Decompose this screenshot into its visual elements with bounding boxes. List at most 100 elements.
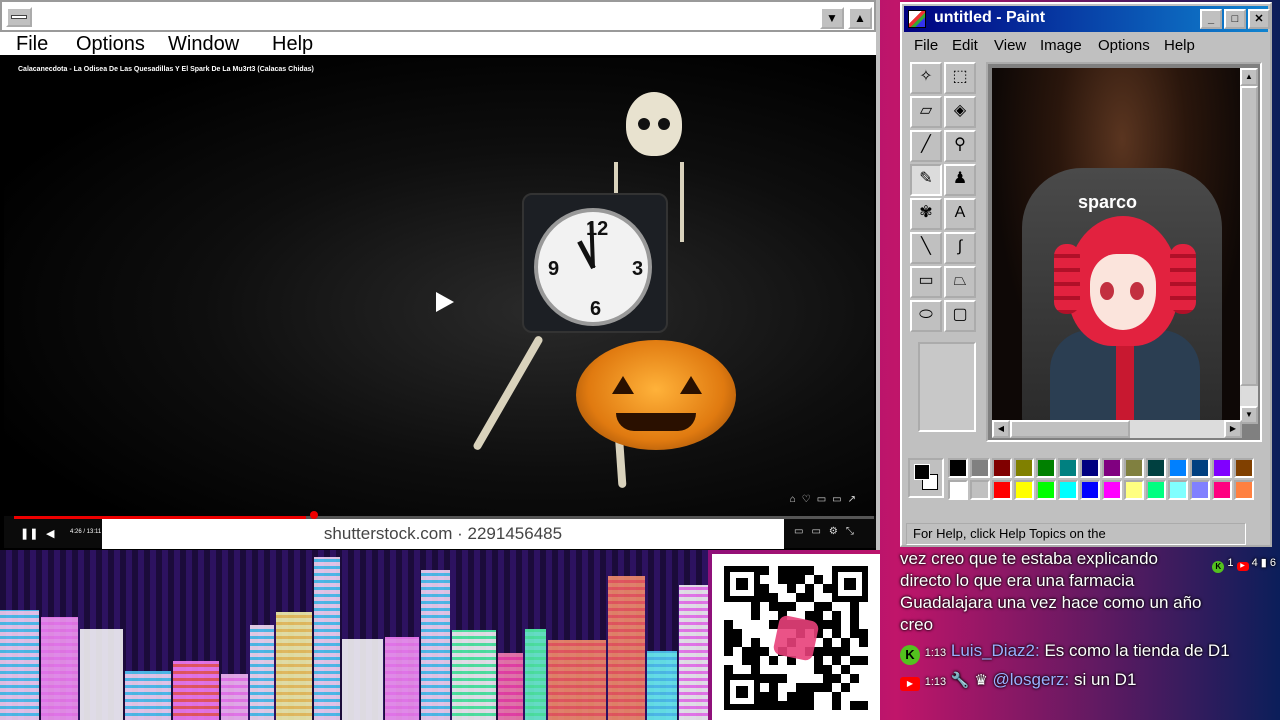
crown-icon: ♛: [974, 672, 988, 689]
color-swatch[interactable]: [948, 480, 968, 500]
paint-menu-image[interactable]: Image: [1040, 37, 1082, 54]
maximize-button[interactable]: ▲: [848, 7, 872, 29]
paint-titlebar: untitled - Paint _ □ ✕: [904, 6, 1270, 32]
color-swatch[interactable]: [992, 458, 1012, 478]
qr-module: [724, 638, 733, 647]
color-swatch[interactable]: [1146, 458, 1166, 478]
qr-module: [787, 602, 796, 611]
eraser-icon[interactable]: ▱: [910, 96, 942, 128]
color-swatch[interactable]: [1036, 458, 1056, 478]
color-swatch[interactable]: [970, 480, 990, 500]
paint-menu-edit[interactable]: Edit: [952, 37, 978, 54]
color-swatch[interactable]: [1168, 480, 1188, 500]
qr-module: [787, 584, 796, 593]
horizontal-scrollbar[interactable]: ◀ ▶: [992, 420, 1242, 438]
scroll-right-button[interactable]: ▶: [1224, 420, 1242, 438]
tool-options-box[interactable]: [918, 342, 976, 432]
color-swatch[interactable]: [992, 480, 1012, 500]
paint-maximize-button[interactable]: □: [1224, 9, 1246, 29]
line-icon[interactable]: ╲: [910, 232, 942, 264]
qr-module: [787, 566, 796, 575]
paint-menu-view[interactable]: View: [994, 37, 1026, 54]
airbrush-icon[interactable]: ✾: [910, 198, 942, 230]
rounded-rect-icon[interactable]: ▢: [944, 300, 976, 332]
qr-module: [814, 602, 823, 611]
color-swatch[interactable]: [1146, 480, 1166, 500]
ellipse-icon[interactable]: ⬭: [910, 300, 942, 332]
current-colors[interactable]: [908, 458, 944, 498]
play-icon[interactable]: [436, 292, 454, 312]
video-frame[interactable]: Calacanecdota - La Odisea De Las Quesadi…: [4, 58, 874, 516]
qr-module: [778, 566, 787, 575]
youtube-icon: ▶: [1236, 562, 1249, 571]
color-swatch[interactable]: [1014, 480, 1034, 500]
paint-menu-options[interactable]: Options: [1098, 37, 1150, 54]
volume-icon[interactable]: ◀: [46, 527, 54, 540]
player-settings-icons[interactable]: ▭▭⚙⤡: [794, 526, 862, 537]
color-picker-icon[interactable]: ╱: [910, 130, 942, 162]
menu-options[interactable]: Options: [76, 33, 145, 56]
paint-menu-help[interactable]: Help: [1164, 37, 1195, 54]
paint-menu-file[interactable]: File: [914, 37, 938, 54]
rectangle-icon[interactable]: ▭: [910, 266, 942, 298]
magnifier-icon[interactable]: ⚲: [944, 130, 976, 162]
fill-icon[interactable]: ◈: [944, 96, 976, 128]
free-select-icon[interactable]: ✧: [910, 62, 942, 94]
progress-handle[interactable]: [310, 511, 318, 519]
color-swatch[interactable]: [1080, 480, 1100, 500]
text-icon[interactable]: A: [944, 198, 976, 230]
pencil-icon[interactable]: ✎: [910, 164, 942, 196]
paint-minimize-button[interactable]: _: [1200, 9, 1222, 29]
color-swatch[interactable]: [1168, 458, 1188, 478]
qr-module: [832, 620, 841, 629]
chat-username[interactable]: Luis_Diaz2:: [951, 641, 1040, 660]
pause-icon[interactable]: ❚❚: [20, 527, 38, 540]
vertical-scroll-thumb[interactable]: [1240, 86, 1258, 386]
color-swatch[interactable]: [1234, 480, 1254, 500]
pixel-building: [679, 585, 708, 720]
system-menu-button[interactable]: [6, 7, 32, 27]
color-swatch[interactable]: [1124, 480, 1144, 500]
color-swatch[interactable]: [1212, 458, 1232, 478]
vertical-scrollbar[interactable]: ▲ ▼: [1240, 68, 1258, 424]
video-overlay-icons[interactable]: ⌂♡▭▭↗: [790, 494, 862, 505]
chat-text: si un D1: [1074, 670, 1137, 689]
qr-module: [724, 647, 733, 656]
qr-module: [751, 647, 760, 656]
qr-module: [760, 692, 769, 701]
menu-help[interactable]: Help: [272, 33, 313, 56]
color-swatch[interactable]: [1014, 458, 1034, 478]
color-swatch[interactable]: [1058, 480, 1078, 500]
color-swatch[interactable]: [1212, 480, 1232, 500]
qr-module: [859, 629, 868, 638]
color-swatch[interactable]: [1234, 458, 1254, 478]
color-swatch[interactable]: [1190, 480, 1210, 500]
horizontal-scroll-thumb[interactable]: [1010, 420, 1130, 438]
clock-number: 9: [548, 258, 560, 280]
chat-username[interactable]: @losgerz:: [993, 670, 1070, 689]
minimize-button[interactable]: ▼: [820, 7, 844, 29]
paint-close-button[interactable]: ✕: [1248, 9, 1270, 29]
color-swatch[interactable]: [1102, 480, 1122, 500]
paint-canvas[interactable]: sparco: [992, 68, 1252, 424]
rect-select-icon[interactable]: ⬚: [944, 62, 976, 94]
scroll-down-button[interactable]: ▼: [1240, 406, 1258, 424]
color-swatch[interactable]: [948, 458, 968, 478]
qr-pattern: [724, 566, 868, 710]
brush-icon[interactable]: ♟: [944, 164, 976, 196]
color-swatch[interactable]: [1036, 480, 1056, 500]
color-swatch[interactable]: [1102, 458, 1122, 478]
color-swatch[interactable]: [1124, 458, 1144, 478]
color-swatch[interactable]: [1058, 458, 1078, 478]
scroll-up-button[interactable]: ▲: [1240, 68, 1258, 86]
twitch-icon: ▮: [1260, 557, 1267, 569]
menu-window[interactable]: Window: [168, 33, 239, 56]
color-swatch[interactable]: [1080, 458, 1100, 478]
menu-file[interactable]: File: [16, 33, 48, 56]
qr-finder-top-right: [832, 566, 868, 602]
polygon-icon[interactable]: ⏢: [944, 266, 976, 298]
curve-icon[interactable]: ∫: [944, 232, 976, 264]
scroll-left-button[interactable]: ◀: [992, 420, 1010, 438]
color-swatch[interactable]: [1190, 458, 1210, 478]
color-swatch[interactable]: [970, 458, 990, 478]
